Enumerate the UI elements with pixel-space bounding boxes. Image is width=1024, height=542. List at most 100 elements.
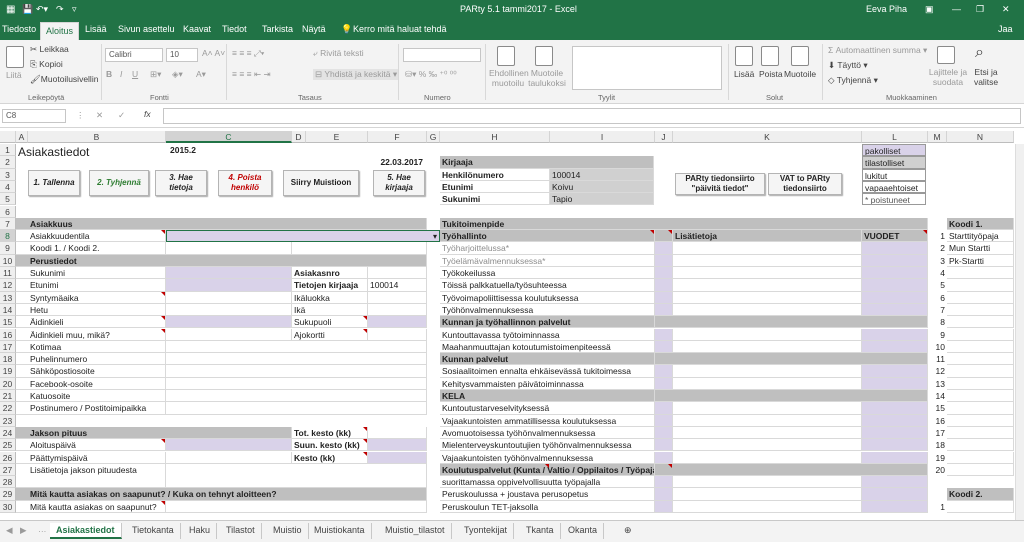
measure-label[interactable]: Työhönvalmennuksessa [440, 303, 655, 317]
measure-label[interactable]: Kuntoutustarveselvityksessä [440, 402, 655, 415]
koodi-value[interactable] [947, 291, 1014, 304]
tab-page-layout[interactable]: Sivun asettelu [118, 24, 175, 34]
confirm-entry-icon[interactable]: ✓ [118, 110, 125, 121]
field-value[interactable] [166, 328, 292, 341]
insert-function-icon[interactable]: fx [144, 109, 151, 119]
legend-item[interactable]: vapaaehtoiset [862, 180, 926, 194]
fetch-recorder-button[interactable]: 5. Hae kirjaaja [373, 169, 425, 196]
row-header-11[interactable]: 11 [0, 267, 16, 280]
merge-center-button[interactable]: ⊟ Yhdistä ja keskitä ▾ [313, 69, 400, 80]
koodi-value[interactable] [947, 353, 1014, 366]
koodi-number[interactable]: 16 [928, 415, 947, 427]
label-koodi12[interactable]: Koodi 1. / Koodi 2. [16, 242, 166, 255]
right-label[interactable]: Tietojen kirjaaja [292, 279, 368, 292]
measure-years[interactable] [862, 377, 928, 390]
measure-notes[interactable] [673, 328, 862, 341]
row-header-29[interactable]: 29 [0, 488, 16, 501]
copy-button[interactable]: ⎘ Kopioi [30, 59, 63, 70]
row-header-7[interactable]: 7 [0, 217, 16, 231]
koodi1-header[interactable]: Koodi 1. [947, 217, 1014, 231]
legend-item[interactable]: tilastolliset [862, 156, 926, 169]
measure-notes[interactable] [673, 414, 862, 427]
measure-label[interactable]: Kehitysvammaisten päivätoiminnassa [440, 377, 655, 390]
measure-years[interactable] [862, 254, 928, 267]
koodi-number[interactable]: 10 [928, 341, 947, 353]
delete-cells-icon[interactable] [761, 46, 779, 66]
field-label[interactable]: Etunimi [16, 279, 166, 292]
ribbon-display-icon[interactable]: ▣ [925, 4, 934, 15]
field-value[interactable] [166, 303, 292, 317]
sort-filter-icon[interactable] [937, 46, 955, 64]
sheet-title[interactable]: Asiakastiedot [16, 144, 146, 160]
field-label[interactable]: Puhelinnumero [16, 353, 166, 366]
row-header-19[interactable]: 19 [0, 365, 16, 378]
sheet-tab-tietokanta[interactable]: Tietokanta [126, 523, 181, 539]
measure-flag[interactable] [655, 340, 673, 354]
label-aloituspaiva[interactable]: Aloituspäivä [16, 439, 166, 452]
koodi-value[interactable] [947, 316, 1014, 329]
section-jakson-pituus[interactable]: Jakson pituus [16, 426, 292, 440]
measure-years[interactable] [862, 439, 928, 452]
font-name-combo[interactable]: Calibri [105, 48, 163, 62]
field-value[interactable] [166, 365, 427, 378]
font-size-combo[interactable]: 10 [166, 48, 198, 62]
measure-flag[interactable] [655, 328, 673, 341]
measure-years[interactable] [862, 488, 928, 501]
underline-icon[interactable]: U [132, 69, 138, 79]
tab-data[interactable]: Tiedot [222, 24, 247, 34]
sheet-tab-tyontekijat[interactable]: Tyontekijat [458, 523, 515, 539]
select-all-corner[interactable] [0, 131, 16, 143]
right-value[interactable] [368, 328, 427, 341]
measure-flag[interactable] [655, 414, 673, 427]
format-table-icon[interactable] [535, 46, 553, 66]
section-perustiedot[interactable]: Perustiedot [16, 254, 427, 267]
restore-icon[interactable]: ❐ [976, 4, 984, 15]
column-header-b[interactable]: B [28, 131, 166, 143]
comment-indicator-icon[interactable] [363, 439, 367, 444]
end-date-field[interactable] [166, 451, 292, 464]
comment-indicator-icon[interactable] [161, 439, 165, 444]
measure-notes[interactable] [673, 242, 862, 255]
row-header-26[interactable]: 26 [0, 451, 16, 464]
name-box[interactable]: C8 [2, 109, 66, 123]
measure-years[interactable] [862, 303, 928, 317]
measure-flag[interactable] [655, 365, 673, 378]
measure-label[interactable]: Työharjoittelussa* [440, 242, 655, 255]
column-header-i[interactable]: I [550, 131, 655, 143]
measure-flag[interactable] [655, 377, 673, 390]
measure-flag[interactable] [655, 267, 673, 280]
measure-flag[interactable] [655, 439, 673, 452]
measure-flag[interactable] [655, 242, 673, 255]
right-value[interactable] [368, 303, 427, 317]
right-value[interactable]: 100014 [368, 279, 427, 292]
measure-flag[interactable] [655, 488, 673, 501]
recorder-value[interactable]: Koivu [550, 180, 654, 194]
measure-notes[interactable] [673, 291, 862, 304]
field-value[interactable] [166, 402, 427, 415]
column-header-l[interactable]: L [862, 131, 928, 143]
row-header-22[interactable]: 22 [0, 402, 16, 415]
customize-toolbar-icon[interactable]: ▿ [72, 4, 77, 15]
party-transfer-button[interactable]: PARty tiedonsiirto "päivitä tiedot" [675, 172, 765, 195]
koodi-number[interactable]: 20 [928, 464, 947, 476]
measure-flag[interactable] [655, 402, 673, 415]
field-value[interactable] [166, 377, 427, 390]
measure-flag[interactable] [655, 476, 673, 489]
align-top-icons[interactable]: ≡ ≡ ≡ ⤢▾ [232, 48, 264, 59]
koodi-number[interactable]: 8 [928, 316, 947, 328]
column-header-h[interactable]: H [440, 131, 550, 143]
measure-years[interactable] [862, 500, 928, 513]
sheet-tab-tkanta[interactable]: Tkanta [520, 523, 561, 539]
tab-formulas[interactable]: Kaavat [183, 24, 211, 34]
koodi-number[interactable]: 19 [928, 452, 947, 464]
measure-flag[interactable] [655, 303, 673, 317]
measure-years[interactable] [862, 242, 928, 255]
delete-cells-button[interactable]: Poista [759, 69, 783, 79]
measure-notes[interactable] [673, 254, 862, 267]
measure-notes[interactable] [673, 426, 862, 440]
section-tukitoimenpide[interactable]: Tukitoimenpide [440, 217, 928, 231]
row-header-16[interactable]: 16 [0, 328, 16, 341]
koodi-value[interactable] [947, 340, 1014, 354]
close-icon[interactable]: ✕ [1002, 4, 1010, 15]
measure-years[interactable] [862, 402, 928, 415]
